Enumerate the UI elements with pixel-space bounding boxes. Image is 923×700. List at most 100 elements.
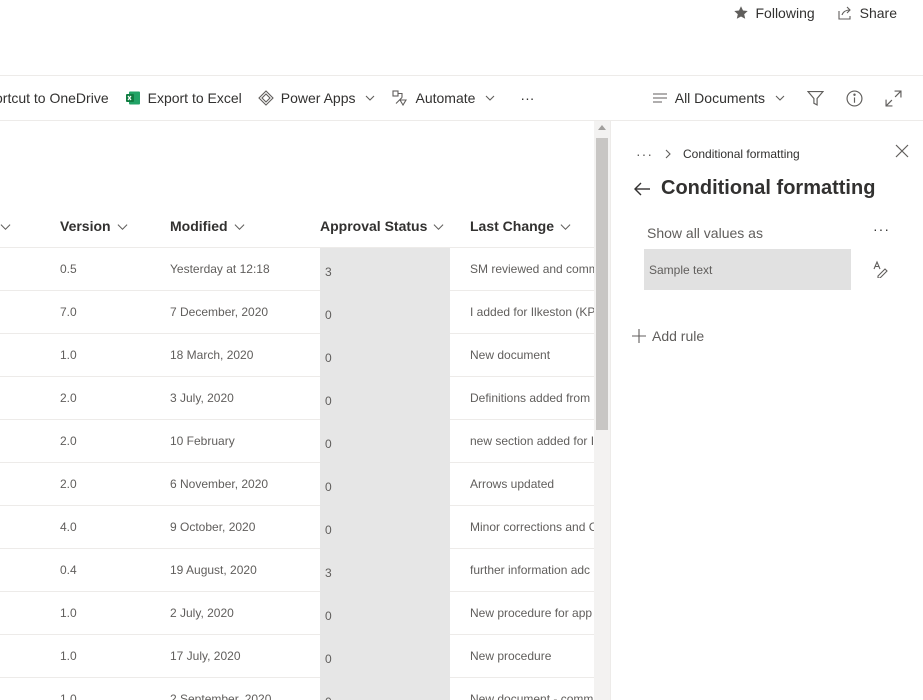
modified-cell: 9 October, 2020 — [170, 520, 256, 534]
modified-cell: 6 November, 2020 — [170, 477, 269, 491]
chevron-down-icon — [433, 223, 444, 230]
power-apps-button[interactable]: Power Apps — [250, 76, 385, 120]
table-row[interactable]: 0.5 Yesterday at 12:18 3 SM reviewed and co… — [0, 248, 594, 291]
fullscreen-button[interactable] — [874, 76, 913, 120]
modified-cell: 2 July, 2020 — [170, 606, 234, 620]
last-change-cell: Arrows updated — [470, 477, 555, 491]
approval-status-cell[interactable]: 0 — [320, 291, 450, 334]
document-list: Version Modified Approval Status Last Ch… — [0, 121, 594, 700]
approval-status-cell[interactable]: 0 — [320, 506, 450, 549]
list-view-icon — [652, 93, 667, 103]
modified-cell: 3 July, 2020 — [170, 391, 234, 405]
table-row[interactable]: 1.0 2 September, 2020 0 New document - comm — [0, 678, 594, 700]
following-button[interactable]: Following — [733, 5, 815, 21]
modified-cell: 2 September, 2020 — [170, 692, 272, 700]
last-change-cell: New document — [470, 348, 551, 362]
column-header-label: Last Change — [470, 218, 555, 234]
info-button[interactable] — [835, 76, 874, 120]
export-excel-label: Export to Excel — [147, 90, 242, 106]
share-icon — [838, 6, 851, 20]
back-arrow-icon[interactable] — [633, 180, 651, 198]
column-header-label: Modified — [170, 218, 228, 234]
version-cell: 0.4 — [60, 563, 77, 577]
expand-icon — [885, 89, 902, 107]
table-row[interactable]: 2.0 3 July, 2020 0 Definitions added from — [0, 377, 594, 420]
share-button[interactable]: Share — [837, 5, 897, 21]
approval-status-cell[interactable]: 0 — [320, 420, 450, 463]
command-bar-right: All Documents — [647, 76, 913, 120]
add-shortcut-button[interactable]: ortcut to OneDrive — [0, 76, 117, 120]
last-change-cell: Minor corrections and C — [470, 520, 594, 534]
modified-cell: 19 August, 2020 — [170, 563, 257, 577]
approval-status-cell[interactable]: 0 — [320, 377, 450, 420]
version-cell: 2.0 — [60, 477, 77, 491]
filter-icon — [807, 90, 824, 106]
info-icon — [846, 89, 863, 107]
table-row[interactable]: 1.0 2 July, 2020 0 New procedure for app — [0, 592, 594, 635]
modified-cell: 17 July, 2020 — [170, 649, 241, 663]
approval-status-cell[interactable]: 0 — [320, 592, 450, 635]
approval-status-cell[interactable]: 3 — [320, 549, 450, 592]
column-header-modified[interactable]: Modified — [170, 205, 245, 247]
version-cell: 1.0 — [60, 348, 77, 362]
filter-button[interactable] — [796, 76, 835, 120]
approval-status-cell[interactable]: 0 — [320, 635, 450, 678]
approval-status-cell[interactable]: 0 — [320, 463, 450, 506]
last-change-cell: SM reviewed and comm — [470, 262, 594, 276]
close-icon[interactable] — [892, 141, 912, 161]
table-row[interactable]: 2.0 10 February 0 new section added for I — [0, 420, 594, 463]
automate-button[interactable]: Automate — [384, 76, 504, 120]
table-row[interactable]: 7.0 7 December, 2020 0 I added for Ilkeston… — [0, 291, 594, 334]
last-change-cell: new section added for I — [470, 434, 594, 448]
column-header-row: Version Modified Approval Status Last Ch… — [0, 205, 594, 248]
version-cell: 0.5 — [60, 262, 77, 276]
chevron-down-icon — [234, 223, 244, 230]
last-change-cell: New procedure for app — [470, 606, 593, 620]
list-scrollbar[interactable] — [594, 121, 610, 700]
site-header: Following Share — [0, 0, 923, 76]
sample-text-preview[interactable]: Sample text — [644, 249, 851, 290]
power-apps-label: Power Apps — [280, 90, 356, 106]
power-apps-icon — [257, 90, 274, 106]
export-excel-button[interactable]: Export to Excel — [117, 76, 250, 120]
panel-title: Conditional formatting — [633, 177, 875, 200]
modified-cell: 10 February — [170, 434, 235, 448]
last-change-cell: I added for Ilkeston (KP — [470, 305, 594, 319]
chevron-down-icon — [560, 223, 571, 230]
breadcrumb-more-button[interactable]: ··· — [636, 146, 653, 162]
approval-status-cell[interactable]: 3 — [320, 248, 450, 291]
add-rule-label: Add rule — [652, 328, 705, 344]
table-row[interactable]: 1.0 17 July, 2020 0 New procedure — [0, 635, 594, 678]
add-rule-button[interactable]: Add rule — [632, 328, 704, 344]
scrollbar-thumb[interactable] — [596, 138, 608, 430]
approval-status-cell[interactable]: 0 — [320, 678, 450, 700]
approval-status-cell[interactable]: 0 — [320, 334, 450, 377]
version-cell: 2.0 — [60, 434, 77, 448]
edit-style-icon[interactable] — [872, 260, 888, 278]
scroll-up-arrow-icon[interactable] — [598, 125, 606, 130]
column-header-prev[interactable] — [0, 205, 11, 247]
share-label: Share — [859, 5, 897, 21]
table-row[interactable]: 0.4 19 August, 2020 3 further information a… — [0, 549, 594, 592]
chevron-down-icon — [366, 95, 375, 101]
version-cell: 4.0 — [60, 520, 77, 534]
table-row[interactable]: 1.0 18 March, 2020 0 New document — [0, 334, 594, 377]
sample-text: Sample text — [649, 262, 713, 277]
more-commands-button[interactable]: ··· — [504, 76, 542, 120]
table-row[interactable]: 4.0 9 October, 2020 0 Minor corrections and… — [0, 506, 594, 549]
chevron-down-icon — [775, 95, 785, 101]
chevron-down-icon — [117, 223, 128, 230]
last-change-cell: New procedure — [470, 649, 552, 663]
version-cell: 1.0 — [60, 692, 77, 700]
view-switcher-button[interactable]: All Documents — [642, 76, 796, 120]
column-header-approval-status[interactable]: Approval Status — [320, 205, 444, 247]
modified-cell: 18 March, 2020 — [170, 348, 254, 362]
table-row[interactable]: 2.0 6 November, 2020 0 Arrows updated — [0, 463, 594, 506]
last-change-cell: New document - comm — [470, 692, 594, 700]
chevron-right-icon — [665, 149, 671, 159]
column-header-version[interactable]: Version — [60, 205, 128, 247]
panel-more-button[interactable]: ··· — [873, 221, 890, 237]
column-header-last-change[interactable]: Last Change — [470, 205, 571, 247]
version-cell: 2.0 — [60, 391, 77, 405]
column-header-label: Approval Status — [320, 218, 428, 234]
